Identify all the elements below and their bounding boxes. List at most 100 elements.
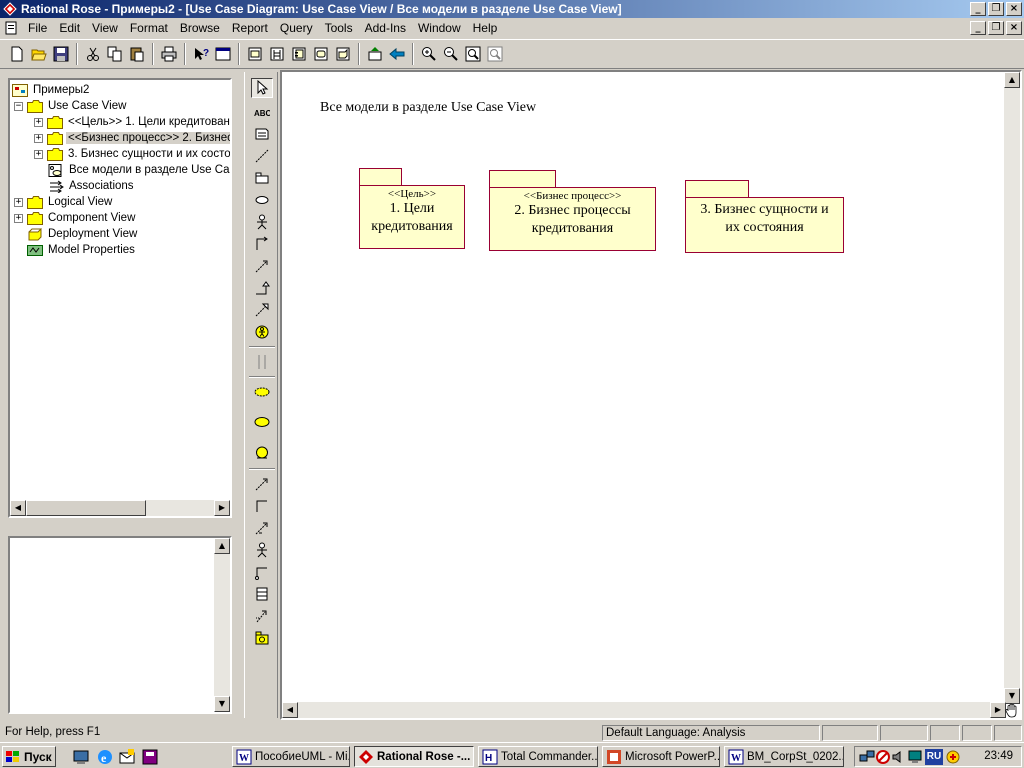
new-icon[interactable]: [6, 43, 28, 65]
diagram-hscrollbar[interactable]: ◀ ▶: [282, 702, 1006, 718]
expand-icon[interactable]: +: [14, 213, 23, 223]
diagram-canvas[interactable]: Все модели в разделе Use Case View <<Цел…: [280, 70, 1022, 720]
task-powerpoint[interactable]: Microsoft PowerP...: [602, 746, 720, 767]
doc-minimize-button[interactable]: _: [970, 21, 986, 35]
extend-icon[interactable]: [251, 518, 273, 538]
task-rational-rose[interactable]: Rational Rose -...: [354, 746, 474, 767]
view-documentation-icon[interactable]: [212, 43, 234, 65]
scroll-down-button[interactable]: ▼: [214, 696, 230, 712]
expand-icon[interactable]: +: [34, 149, 43, 159]
generalization-icon[interactable]: [251, 278, 273, 298]
copy-icon[interactable]: [104, 43, 126, 65]
tree-model-properties[interactable]: Model Properties: [27, 242, 137, 258]
browser-hscrollbar[interactable]: ◀ ▶: [10, 500, 230, 516]
antivirus-icon[interactable]: [945, 749, 961, 765]
pan-hand-icon[interactable]: [1004, 702, 1020, 718]
volume-icon[interactable]: [891, 749, 907, 765]
minimize-button[interactable]: _: [970, 2, 986, 16]
business-use-case-icon[interactable]: [251, 382, 273, 402]
use-case-tool-icon[interactable]: [251, 190, 273, 210]
undo-fit-icon[interactable]: [484, 43, 506, 65]
diagram-title-text[interactable]: Все модели в разделе Use Case View: [320, 100, 536, 116]
task-word-document[interactable]: W BM_CorpSt_0202...: [724, 746, 844, 767]
swimlane-tool-icon[interactable]: [251, 352, 273, 372]
menu-add-ins[interactable]: Add-Ins: [359, 21, 412, 35]
browse-deployment-diagram-icon[interactable]: [332, 43, 354, 65]
zoom-out-icon[interactable]: [440, 43, 462, 65]
context-help-icon[interactable]: ?: [190, 43, 212, 65]
tree-use-case-view[interactable]: − Use Case View: [14, 98, 128, 114]
browse-previous-icon[interactable]: [386, 43, 408, 65]
menu-report[interactable]: Report: [226, 21, 274, 35]
include-icon[interactable]: [251, 474, 273, 494]
menu-window[interactable]: Window: [412, 21, 467, 35]
business-package-icon[interactable]: [251, 628, 273, 648]
browse-parent-icon[interactable]: [364, 43, 386, 65]
anchor-icon[interactable]: [251, 562, 273, 582]
tree-associations[interactable]: Associations: [48, 178, 136, 194]
menu-browse[interactable]: Browse: [174, 21, 226, 35]
text-tool-icon[interactable]: ABC: [251, 102, 273, 122]
browse-state-diagram-icon[interactable]: [310, 43, 332, 65]
internet-explorer-icon[interactable]: e: [96, 748, 114, 766]
browse-interaction-diagram-icon[interactable]: [266, 43, 288, 65]
menu-format[interactable]: Format: [124, 21, 174, 35]
expand-icon[interactable]: +: [34, 117, 43, 127]
cut-icon[interactable]: [82, 43, 104, 65]
zoom-in-icon[interactable]: [418, 43, 440, 65]
browse-component-diagram-icon[interactable]: [288, 43, 310, 65]
collapse-icon[interactable]: −: [14, 101, 23, 111]
fit-in-window-icon[interactable]: [462, 43, 484, 65]
expand-icon[interactable]: +: [14, 197, 23, 207]
menu-edit[interactable]: Edit: [53, 21, 86, 35]
menu-help[interactable]: Help: [467, 21, 504, 35]
browse-class-diagram-icon[interactable]: [244, 43, 266, 65]
scroll-thumb[interactable]: [26, 500, 146, 516]
quick-launch-app-icon[interactable]: [141, 748, 159, 766]
print-icon[interactable]: [158, 43, 180, 65]
paste-icon[interactable]: [126, 43, 148, 65]
doc-restore-button[interactable]: ❐: [988, 21, 1004, 35]
business-use-case-realization-icon[interactable]: [251, 412, 273, 432]
menu-query[interactable]: Query: [274, 21, 319, 35]
menu-file[interactable]: File: [22, 21, 53, 35]
scroll-left-button[interactable]: ◀: [10, 500, 26, 516]
task-word[interactable]: W ПособиеUML - Mi...: [232, 746, 350, 767]
expand-icon[interactable]: +: [34, 133, 43, 143]
package-tool-icon[interactable]: [251, 168, 273, 188]
scroll-up-button[interactable]: ▲: [1004, 72, 1020, 88]
save-icon[interactable]: [50, 43, 72, 65]
monitor-icon[interactable]: [907, 749, 923, 765]
scroll-up-button[interactable]: ▲: [214, 538, 230, 554]
open-icon[interactable]: [28, 43, 50, 65]
realize-icon[interactable]: [251, 300, 273, 320]
start-button[interactable]: Пуск: [2, 746, 56, 767]
menu-view[interactable]: View: [86, 21, 124, 35]
tree-root[interactable]: Примеры2: [12, 82, 91, 98]
business-actor-icon[interactable]: [251, 322, 273, 342]
language-indicator[interactable]: RU: [925, 749, 943, 765]
tree-package-goals[interactable]: + <<Цель>> 1. Цели кредитовани: [34, 114, 230, 130]
tree-logical-view[interactable]: + Logical View: [14, 194, 114, 210]
tree-deployment-view[interactable]: Deployment View: [27, 226, 139, 242]
menu-tools[interactable]: Tools: [319, 21, 359, 35]
note-tool-icon[interactable]: [251, 124, 273, 144]
documentation-panel[interactable]: ▲ ▼: [8, 536, 232, 714]
package-business-entities[interactable]: 3. Бизнес сущности и их состояния: [685, 180, 844, 254]
business-entity-icon[interactable]: [251, 442, 273, 462]
package-business-process[interactable]: <<Бизнес процесс>> 2. Бизнес процессы кр…: [489, 170, 656, 252]
restore-button[interactable]: ❐: [988, 2, 1004, 16]
unidirectional-association-icon[interactable]: [251, 234, 273, 254]
association-icon[interactable]: [251, 496, 273, 516]
class-icon[interactable]: [251, 584, 273, 604]
actor-tool-icon[interactable]: [251, 212, 273, 232]
dependency-icon[interactable]: [251, 256, 273, 276]
tree-diagram[interactable]: Все модели в разделе Use Case: [48, 162, 230, 178]
selection-tool-icon[interactable]: [251, 78, 273, 98]
model-browser[interactable]: Примеры2 − Use Case View + <<Цель>> 1. Ц…: [8, 78, 232, 518]
uses-icon[interactable]: [251, 606, 273, 626]
package-goals[interactable]: <<Цель>> 1. Цели кредитования: [359, 168, 465, 250]
document-icon[interactable]: [4, 21, 18, 35]
tree-package-business-process[interactable]: + <<Бизнес процесс>> 2. Бизнес: [34, 130, 230, 146]
doc-close-button[interactable]: ×: [1006, 21, 1022, 35]
